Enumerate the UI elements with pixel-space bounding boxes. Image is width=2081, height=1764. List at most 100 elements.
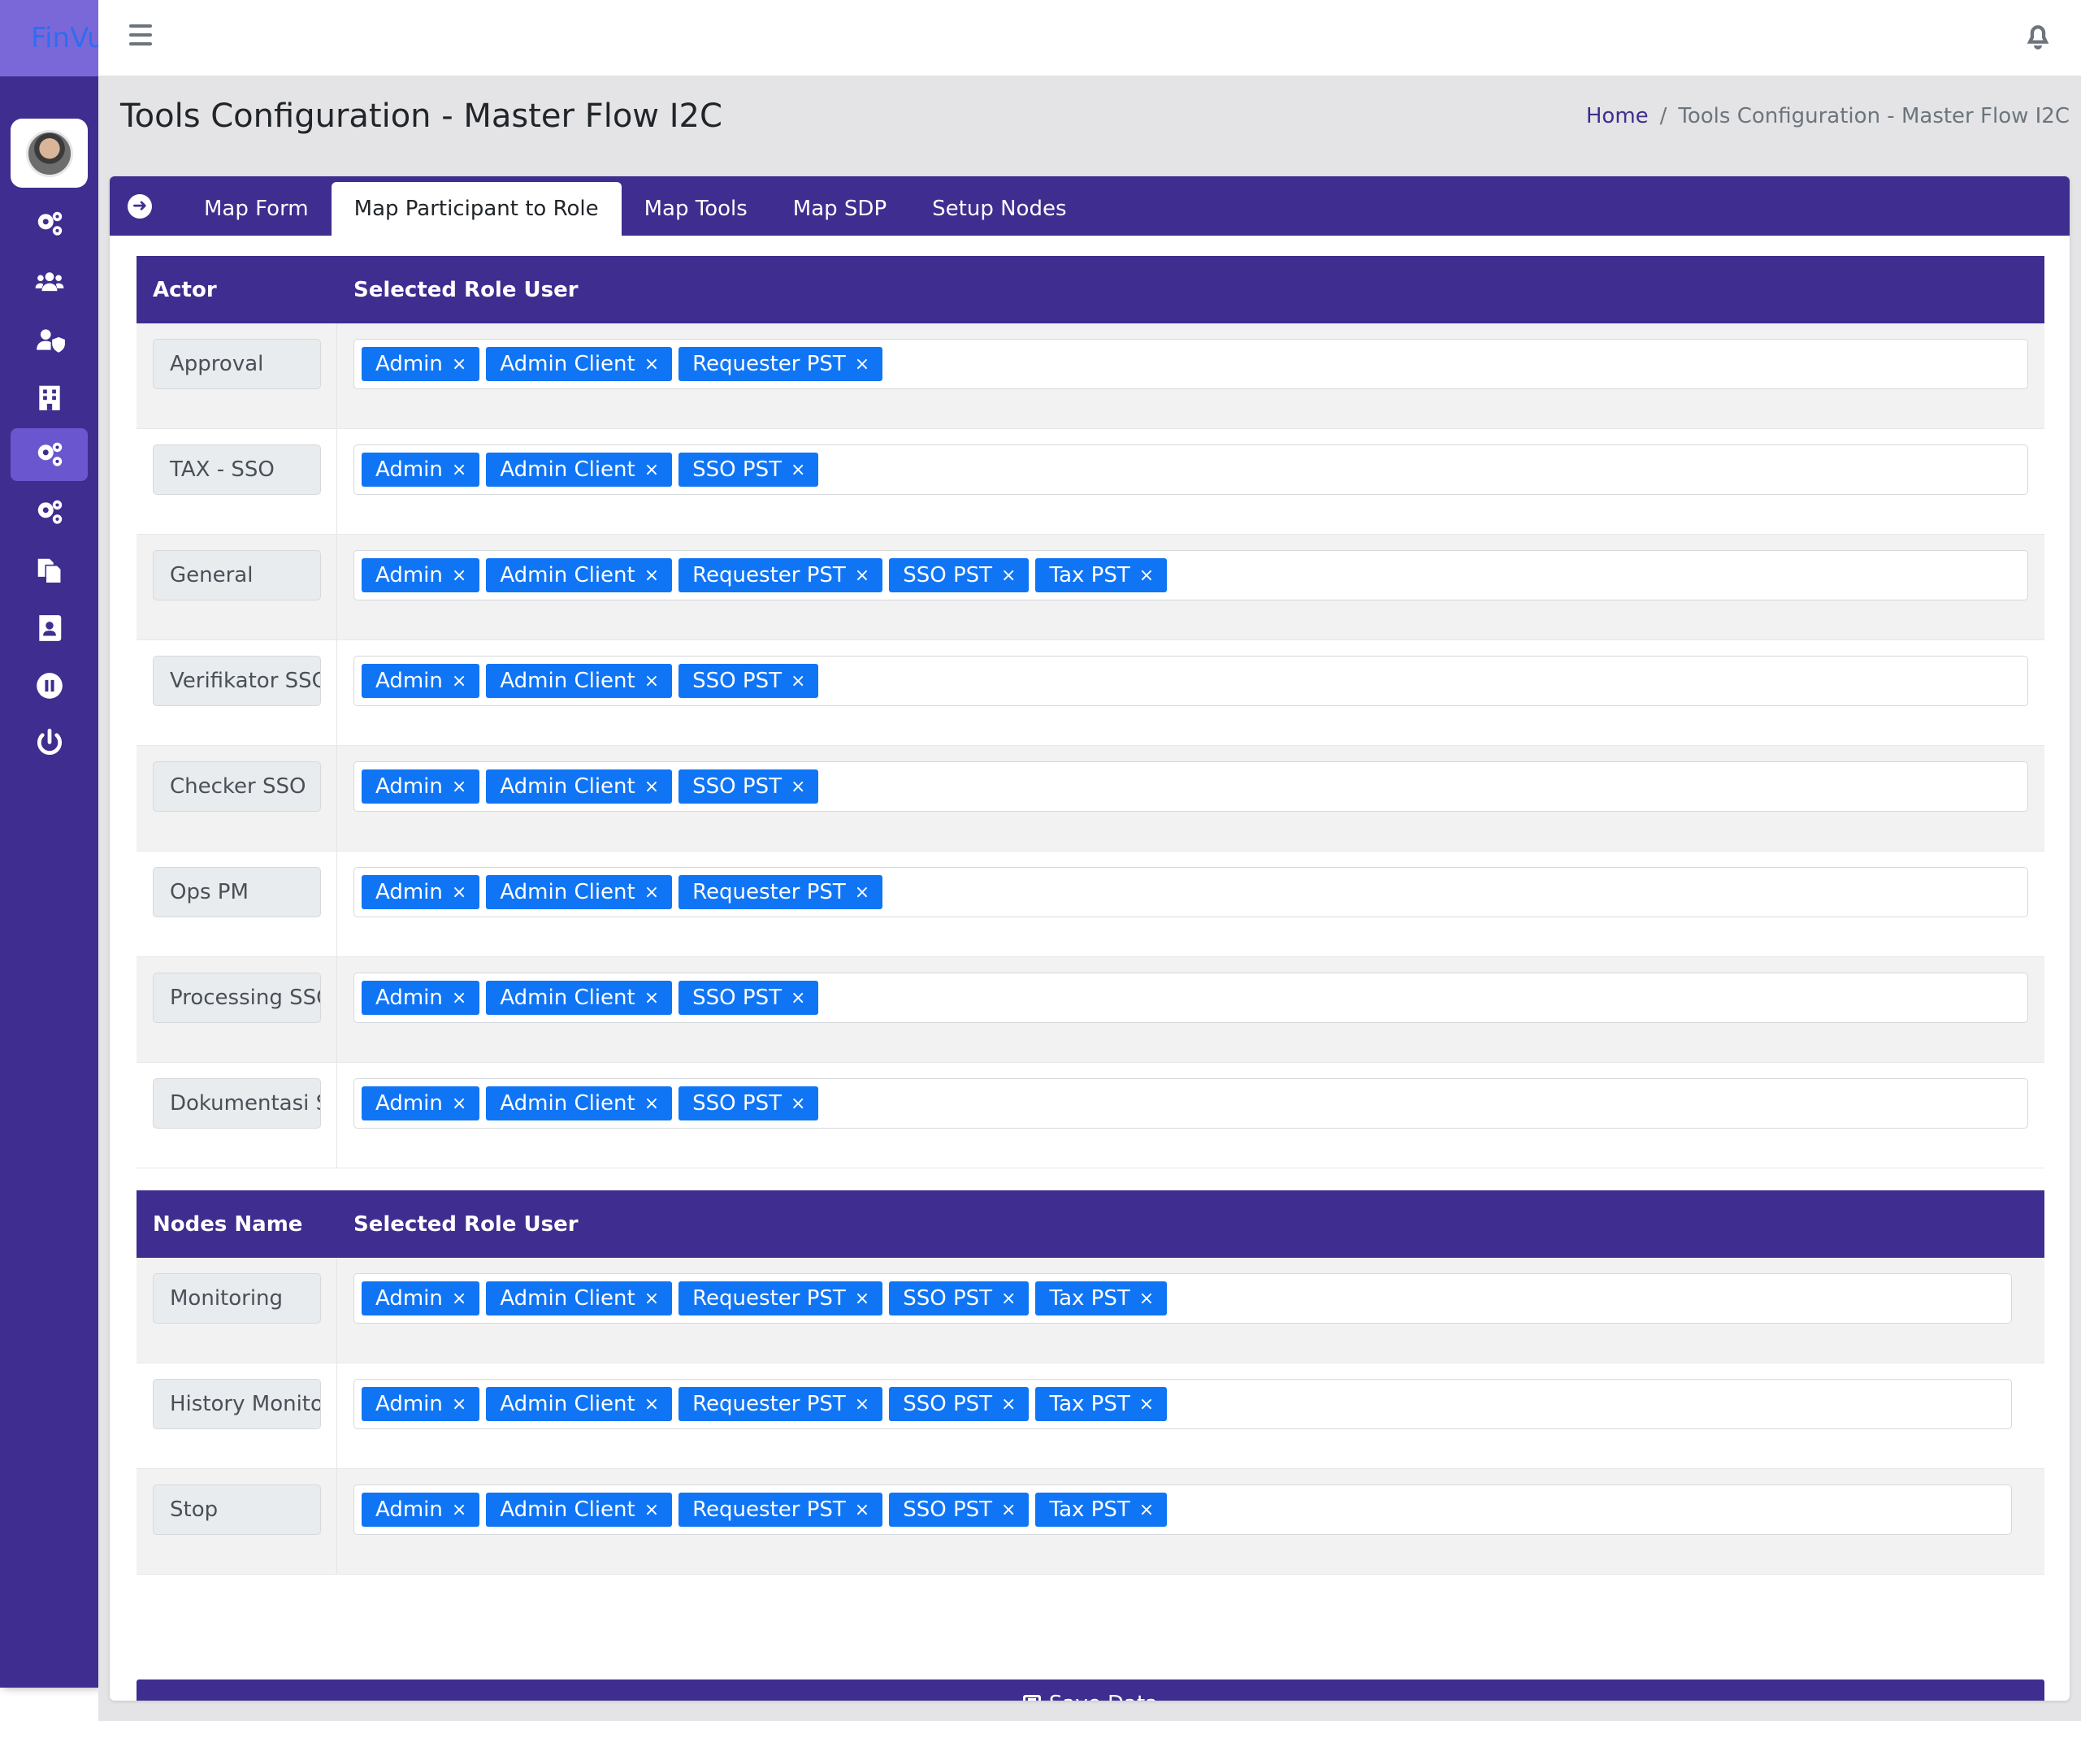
role-tag: Tax PST × [1035, 558, 1168, 592]
remove-tag-icon[interactable]: × [452, 777, 466, 797]
sidebar-item-1[interactable] [11, 197, 88, 250]
save-data-button[interactable]: Save Data [137, 1679, 2044, 1701]
role-tag: Requester PST × [678, 347, 883, 381]
role-tag-label: Admin [375, 1392, 443, 1416]
remove-tag-icon[interactable]: × [644, 460, 659, 480]
remove-tag-icon[interactable]: × [644, 882, 659, 903]
roles-cell: Admin × Admin Client × SSO PST × [337, 640, 2044, 745]
remove-tag-icon[interactable]: × [644, 777, 659, 797]
remove-tag-icon[interactable]: × [1001, 1500, 1016, 1520]
role-tag-label: Admin Client [500, 986, 635, 1010]
role-multiselect[interactable]: Admin × Admin Client × SSO PST × [353, 1078, 2028, 1129]
role-tag-label: Tax PST [1049, 1497, 1130, 1522]
actor-cell: Stop [137, 1469, 337, 1574]
remove-tag-icon[interactable]: × [644, 1394, 659, 1415]
tab-map-sdp[interactable]: Map SDP [770, 182, 909, 236]
sidebar-item-5[interactable] [11, 428, 88, 481]
remove-tag-icon[interactable]: × [791, 671, 805, 691]
role-multiselect[interactable]: Admin × Admin Client × SSO PST × [353, 656, 2028, 706]
actor-cell: Dokumentasi SSO [137, 1063, 337, 1168]
table-row: TAX - SSO Admin × Admin Client × SSO PST × [137, 429, 2044, 535]
remove-tag-icon[interactable]: × [791, 460, 805, 480]
remove-tag-icon[interactable]: × [644, 1094, 659, 1114]
avatar[interactable] [11, 119, 88, 188]
hamburger-menu-icon[interactable] [129, 24, 152, 46]
remove-tag-icon[interactable]: × [452, 460, 466, 480]
sidebar-item-7[interactable] [11, 544, 88, 596]
remove-tag-icon[interactable]: × [644, 566, 659, 586]
brand-logo[interactable]: FinVu [0, 0, 98, 76]
tab-map-tools[interactable]: Map Tools [622, 182, 770, 236]
arrow-right-circle-icon[interactable]: ➜ [128, 194, 152, 219]
remove-tag-icon[interactable]: × [855, 882, 869, 903]
remove-tag-icon[interactable]: × [1001, 1394, 1016, 1415]
actor-name-field: Dokumentasi SSO [153, 1078, 321, 1129]
remove-tag-icon[interactable]: × [644, 988, 659, 1008]
remove-tag-icon[interactable]: × [791, 988, 805, 1008]
remove-tag-icon[interactable]: × [1001, 566, 1016, 586]
actor-name-field: History Monitoring [153, 1379, 321, 1429]
remove-tag-icon[interactable]: × [452, 1289, 466, 1309]
remove-tag-icon[interactable]: × [1001, 1289, 1016, 1309]
remove-tag-icon[interactable]: × [1139, 566, 1154, 586]
remove-tag-icon[interactable]: × [855, 1500, 869, 1520]
remove-tag-icon[interactable]: × [644, 1500, 659, 1520]
remove-tag-icon[interactable]: × [644, 1289, 659, 1309]
role-multiselect[interactable]: Admin × Admin Client × Requester PST × SSO PST… [353, 1379, 2012, 1429]
remove-tag-icon[interactable]: × [452, 1394, 466, 1415]
remove-tag-icon[interactable]: × [1139, 1500, 1154, 1520]
sidebar-item-6[interactable] [11, 486, 88, 539]
remove-tag-icon[interactable]: × [855, 1394, 869, 1415]
remove-tag-icon[interactable]: × [1139, 1394, 1154, 1415]
role-multiselect[interactable]: Admin × Admin Client × SSO PST × [353, 973, 2028, 1023]
role-multiselect[interactable]: Admin × Admin Client × Requester PST × SSO PST… [353, 1484, 2012, 1535]
remove-tag-icon[interactable]: × [791, 1094, 805, 1114]
remove-tag-icon[interactable]: × [791, 777, 805, 797]
sidebar-item-10[interactable] [11, 717, 88, 769]
sidebar-item-3[interactable] [11, 313, 88, 366]
remove-tag-icon[interactable]: × [452, 354, 466, 375]
remove-tag-icon[interactable]: × [452, 988, 466, 1008]
role-tag: Requester PST × [678, 558, 883, 592]
tab-bar: ➜ Map Form Map Participant to Role Map Too… [110, 176, 2070, 236]
breadcrumb-home-link[interactable]: Home [1586, 104, 1649, 128]
remove-tag-icon[interactable]: × [452, 882, 466, 903]
remove-tag-icon[interactable]: × [1139, 1289, 1154, 1309]
remove-tag-icon[interactable]: × [452, 1500, 466, 1520]
remove-tag-icon[interactable]: × [855, 354, 869, 375]
sidebar-item-8[interactable] [11, 601, 88, 654]
bell-icon[interactable] [2024, 23, 2052, 52]
tab-setup-nodes[interactable]: Setup Nodes [909, 182, 1089, 236]
role-tag: SSO PST × [678, 1086, 819, 1120]
role-tag: Requester PST × [678, 1281, 883, 1315]
remove-tag-icon[interactable]: × [644, 354, 659, 375]
role-multiselect[interactable]: Admin × Admin Client × Requester PST × SSO PST… [353, 1273, 2012, 1324]
sidebar-item-2[interactable] [11, 255, 88, 308]
remove-tag-icon[interactable]: × [452, 1094, 466, 1114]
sidebar-item-9[interactable] [11, 659, 88, 712]
role-tag-label: Admin Client [500, 774, 635, 799]
role-tag: SSO PST × [889, 1281, 1030, 1315]
role-multiselect[interactable]: Admin × Admin Client × SSO PST × [353, 761, 2028, 812]
breadcrumb-separator: / [1659, 104, 1667, 128]
actor-cell: Ops PM [137, 852, 337, 956]
roles-cell: Admin × Admin Client × SSO PST × [337, 429, 2044, 534]
remove-tag-icon[interactable]: × [644, 671, 659, 691]
role-multiselect[interactable]: Admin × Admin Client × Requester PST × [353, 867, 2028, 917]
role-tag: Admin Client × [486, 347, 673, 381]
remove-tag-icon[interactable]: × [855, 1289, 869, 1309]
role-multiselect[interactable]: Admin × Admin Client × Requester PST × [353, 339, 2028, 389]
role-multiselect[interactable]: Admin × Admin Client × SSO PST × [353, 444, 2028, 495]
remove-tag-icon[interactable]: × [855, 566, 869, 586]
tab-map-participant-to-role[interactable]: Map Participant to Role [331, 182, 622, 236]
config-card: ➜ Map Form Map Participant to Role Map Too… [110, 176, 2070, 1701]
actor-table-body: Approval Admin × Admin Client × Requester PST… [137, 323, 2044, 1168]
tab-map-form[interactable]: Map Form [181, 182, 332, 236]
role-multiselect[interactable]: Admin × Admin Client × Requester PST × SSO PST… [353, 550, 2028, 600]
remove-tag-icon[interactable]: × [452, 671, 466, 691]
role-tag: Tax PST × [1035, 1281, 1168, 1315]
sidebar-item-4[interactable] [11, 371, 88, 423]
role-tag-label: Admin Client [500, 1286, 635, 1311]
role-tag-label: SSO PST [692, 669, 782, 693]
remove-tag-icon[interactable]: × [452, 566, 466, 586]
